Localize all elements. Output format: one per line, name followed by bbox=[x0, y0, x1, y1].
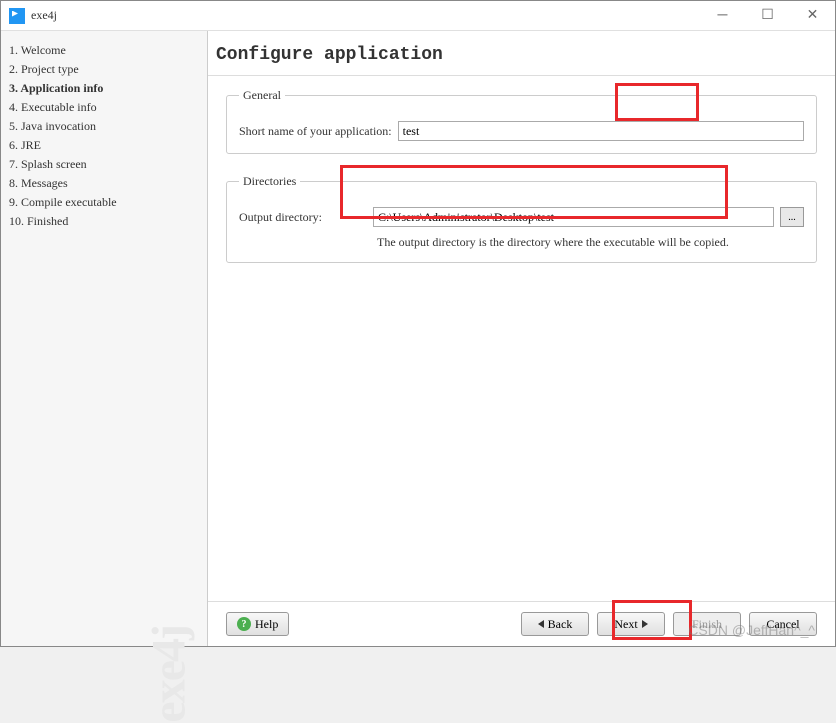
wizard-sidebar: 1. Welcome 2. Project type 3. Applicatio… bbox=[1, 31, 208, 646]
step-executable-info[interactable]: 4. Executable info bbox=[5, 98, 203, 117]
help-icon: ? bbox=[237, 617, 251, 631]
step-jre[interactable]: 6. JRE bbox=[5, 136, 203, 155]
general-legend: General bbox=[239, 88, 285, 103]
finish-button[interactable]: Finish bbox=[673, 612, 741, 636]
titlebar: exe4j ─ ☐ ✕ bbox=[1, 1, 835, 31]
directories-legend: Directories bbox=[239, 174, 300, 189]
output-dir-label: Output directory: bbox=[239, 210, 367, 225]
page-title: Configure application bbox=[216, 45, 827, 65]
content-pane: Configure application General Short name… bbox=[208, 31, 835, 646]
content-header: Configure application bbox=[208, 31, 835, 76]
step-application-info[interactable]: 3. Application info bbox=[5, 79, 203, 98]
bottom-bar: ? Help Back Next Finish Cancel bbox=[208, 601, 835, 646]
step-messages[interactable]: 8. Messages bbox=[5, 174, 203, 193]
back-button[interactable]: Back bbox=[521, 612, 589, 636]
short-name-input[interactable] bbox=[398, 121, 804, 141]
arrow-left-icon bbox=[538, 620, 544, 628]
step-finished[interactable]: 10. Finished bbox=[5, 212, 203, 231]
cancel-button[interactable]: Cancel bbox=[749, 612, 817, 636]
step-java-invocation[interactable]: 5. Java invocation bbox=[5, 117, 203, 136]
step-welcome[interactable]: 1. Welcome bbox=[5, 41, 203, 60]
step-splash-screen[interactable]: 7. Splash screen bbox=[5, 155, 203, 174]
step-project-type[interactable]: 2. Project type bbox=[5, 60, 203, 79]
window-title: exe4j bbox=[31, 8, 57, 23]
output-dir-input[interactable] bbox=[373, 207, 774, 227]
step-compile-executable[interactable]: 9. Compile executable bbox=[5, 193, 203, 212]
sidebar-watermark: exe4j bbox=[142, 626, 197, 723]
next-button[interactable]: Next bbox=[597, 612, 665, 636]
directories-fieldset: Directories Output directory: ... The ou… bbox=[226, 174, 817, 263]
content-body: General Short name of your application: … bbox=[208, 76, 835, 601]
minimize-button[interactable]: ─ bbox=[700, 1, 745, 31]
help-button[interactable]: ? Help bbox=[226, 612, 289, 636]
browse-button[interactable]: ... bbox=[780, 207, 804, 227]
output-dir-help: The output directory is the directory wh… bbox=[377, 235, 804, 250]
close-button[interactable]: ✕ bbox=[790, 1, 835, 31]
general-fieldset: General Short name of your application: bbox=[226, 88, 817, 154]
short-name-label: Short name of your application: bbox=[239, 124, 392, 139]
maximize-button[interactable]: ☐ bbox=[745, 1, 790, 31]
app-icon bbox=[9, 8, 25, 24]
arrow-right-icon bbox=[642, 620, 648, 628]
